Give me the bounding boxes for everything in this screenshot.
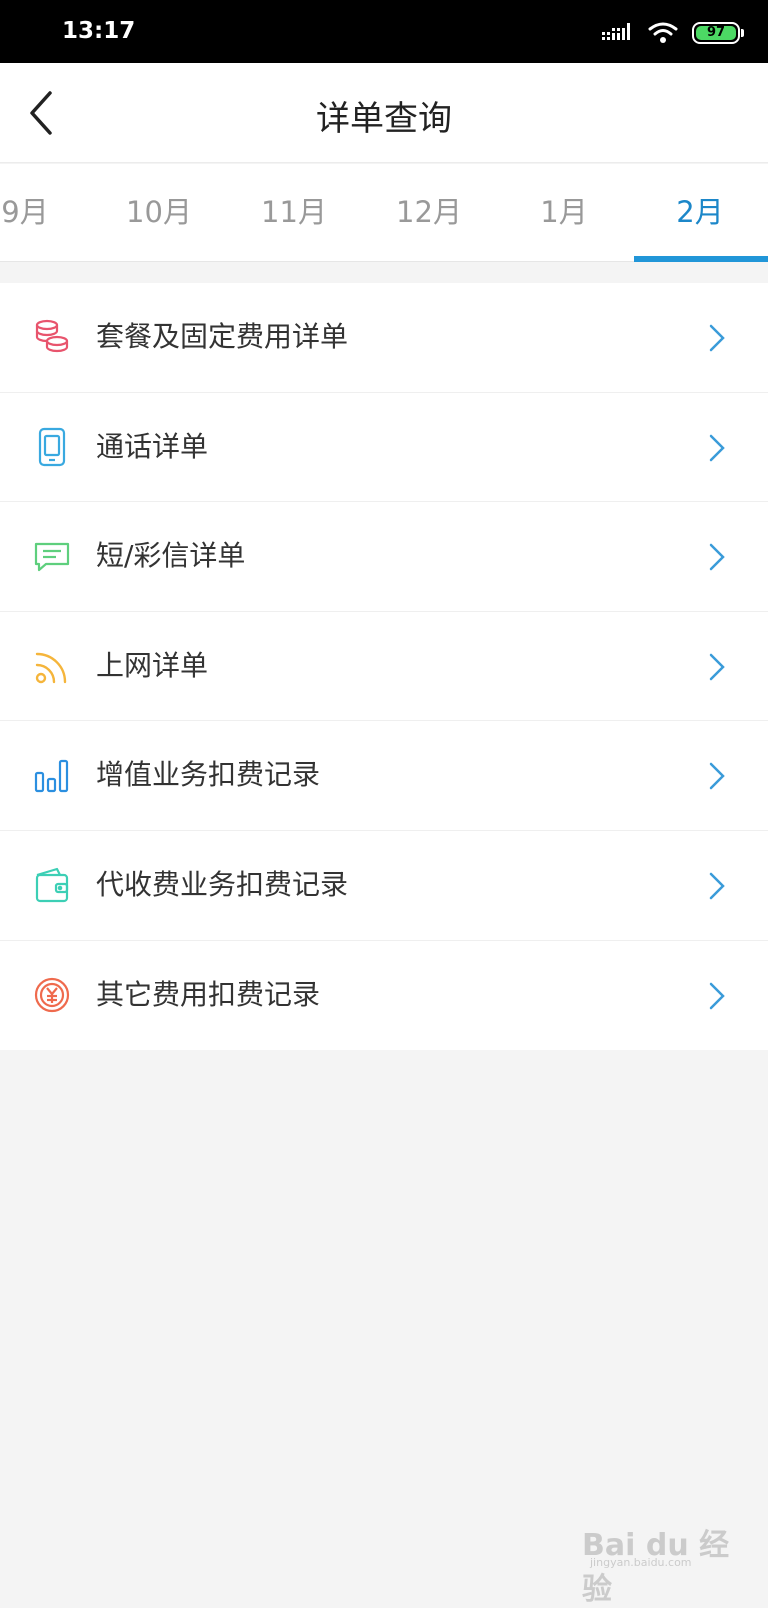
menu-item-label: 上网详单 bbox=[96, 648, 208, 684]
yuan-coin-icon bbox=[34, 975, 70, 1015]
menu-item-value-added-fees[interactable]: 增值业务扣费记录 bbox=[0, 721, 768, 831]
menu-item-internet-details[interactable]: 上网详单 bbox=[0, 612, 768, 722]
wifi-icon bbox=[648, 22, 678, 44]
battery-icon: 97 bbox=[692, 22, 740, 44]
menu-item-label: 短/彩信详单 bbox=[96, 538, 245, 574]
rss-icon bbox=[34, 646, 70, 686]
tab-month-12[interactable]: 12月 bbox=[361, 164, 497, 262]
status-bar: 13:17 97 bbox=[0, 0, 768, 63]
month-tabs: 9月 10月 11月 12月 1月 2月 bbox=[0, 164, 768, 262]
nav-header: 详单查询 bbox=[0, 63, 768, 163]
baidu-jingyan-watermark: Bai du 经验 jingyan.baidu.com bbox=[582, 1512, 732, 1572]
battery-level: 97 bbox=[696, 26, 736, 40]
message-icon bbox=[34, 536, 70, 576]
menu-item-label: 通话详单 bbox=[96, 429, 208, 465]
menu-item-label: 套餐及固定费用详单 bbox=[96, 319, 348, 355]
signal-icon bbox=[602, 23, 634, 43]
wallet-icon bbox=[34, 865, 70, 905]
chevron-right-icon bbox=[708, 871, 726, 901]
tab-month-9[interactable]: 9月 bbox=[0, 164, 93, 262]
tab-month-11[interactable]: 11月 bbox=[226, 164, 362, 262]
active-tab-indicator bbox=[634, 256, 768, 262]
tab-month-10[interactable]: 10月 bbox=[91, 164, 227, 262]
status-icons: 97 bbox=[602, 20, 740, 46]
chevron-right-icon bbox=[708, 652, 726, 682]
menu-item-sms-mms-details[interactable]: 短/彩信详单 bbox=[0, 502, 768, 612]
status-time: 13:17 bbox=[62, 18, 135, 44]
detail-menu-list: 套餐及固定费用详单 通话详单 短/彩信详单 bbox=[0, 283, 768, 1050]
menu-item-label: 其它费用扣费记录 bbox=[96, 977, 320, 1013]
chevron-right-icon bbox=[708, 433, 726, 463]
page-title: 详单查询 bbox=[0, 91, 768, 140]
menu-item-label: 代收费业务扣费记录 bbox=[96, 867, 348, 903]
chevron-right-icon bbox=[708, 761, 726, 791]
chevron-right-icon bbox=[708, 542, 726, 572]
bar-chart-icon bbox=[34, 755, 70, 795]
tab-month-1[interactable]: 1月 bbox=[496, 164, 632, 262]
coins-icon bbox=[34, 317, 70, 357]
menu-item-collection-fees[interactable]: 代收费业务扣费记录 bbox=[0, 831, 768, 941]
chevron-right-icon bbox=[708, 323, 726, 353]
menu-item-package-fees[interactable]: 套餐及固定费用详单 bbox=[0, 283, 768, 393]
watermark-url: jingyan.baidu.com bbox=[590, 1556, 692, 1569]
menu-item-other-fees[interactable]: 其它费用扣费记录 bbox=[0, 941, 768, 1051]
tab-month-2[interactable]: 2月 bbox=[632, 164, 768, 262]
menu-item-call-details[interactable]: 通话详单 bbox=[0, 393, 768, 503]
chevron-right-icon bbox=[708, 981, 726, 1011]
menu-item-label: 增值业务扣费记录 bbox=[96, 757, 320, 793]
phone-icon bbox=[34, 427, 70, 467]
